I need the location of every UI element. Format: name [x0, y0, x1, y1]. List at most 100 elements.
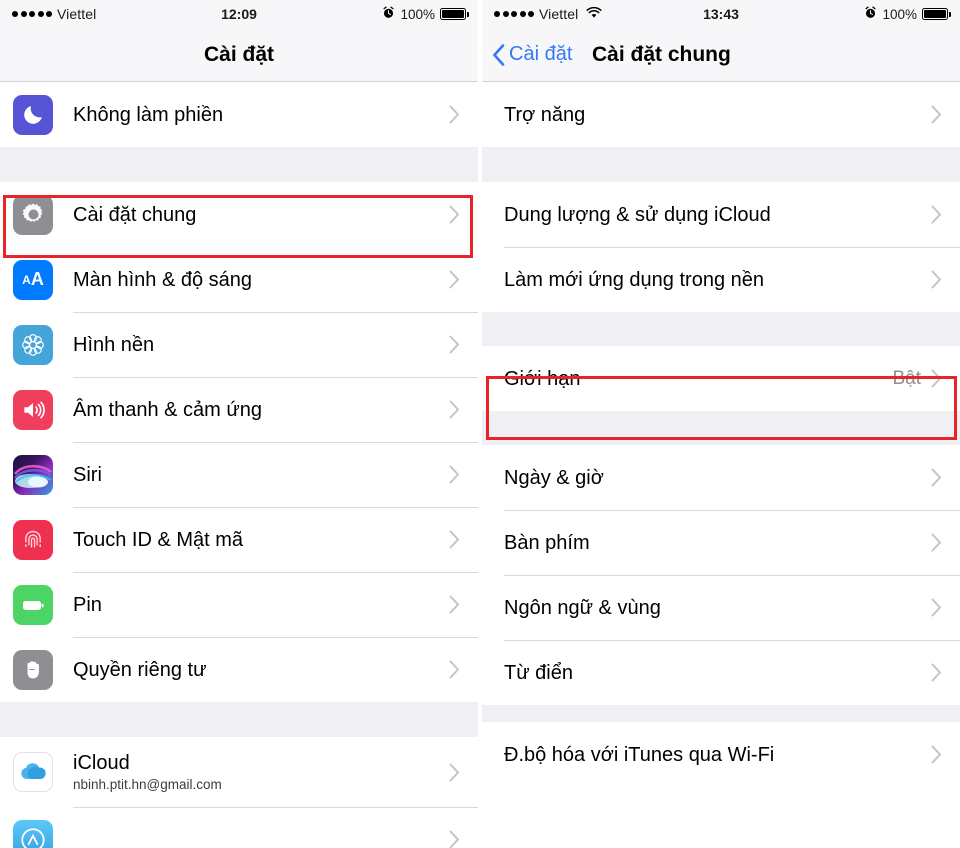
signal-strength-icon	[12, 11, 52, 17]
settings-row-language-region[interactable]: Ngôn ngữ & vùng	[482, 575, 960, 640]
status-left-group: Viettel	[494, 6, 602, 22]
settings-row-general[interactable]: Cài đặt chung	[0, 182, 478, 247]
settings-row-display-brightness[interactable]: AA Màn hình & độ sáng	[0, 247, 478, 312]
chevron-right-icon	[931, 369, 942, 388]
page-title: Cài đặt chung	[592, 42, 731, 66]
status-bar-right: Viettel 13:43 100%	[482, 0, 960, 28]
settings-row-wallpaper[interactable]: Hình nền	[0, 312, 478, 377]
settings-row-dictionary[interactable]: Từ điển	[482, 640, 960, 705]
row-label: Từ điển	[504, 661, 573, 684]
general-group-2: Dung lượng & sử dụng iCloud Làm mới ứng …	[482, 182, 960, 312]
dual-screenshot-container: Viettel 12:09 100% Cài đặt Không làm phi…	[0, 0, 960, 848]
chevron-right-icon	[449, 830, 460, 848]
status-right-group: 100%	[382, 6, 470, 22]
battery-icon	[13, 584, 53, 625]
battery-percent-label: 100%	[882, 6, 917, 22]
settings-row-keyboard[interactable]: Bàn phím	[482, 510, 960, 575]
settings-list-right: Trợ năng Dung lượng & sử dụng iCloud Làm…	[482, 82, 960, 787]
settings-row-do-not-disturb[interactable]: Không làm phiền	[0, 82, 478, 147]
general-group-5: Đ.bộ hóa với iTunes qua Wi-Fi	[482, 722, 960, 787]
hand-icon	[13, 649, 53, 690]
carrier-label: Viettel	[57, 6, 97, 22]
row-label: Đ.bộ hóa với iTunes qua Wi-Fi	[504, 743, 775, 766]
settings-row-itunes-app-store[interactable]	[0, 807, 478, 848]
settings-row-privacy[interactable]: Quyền riêng tư	[0, 637, 478, 702]
group-separator	[482, 705, 960, 722]
page-title: Cài đặt	[203, 42, 274, 66]
settings-group-4: iCloud nbinh.ptit.hn@gmail.com	[0, 737, 478, 848]
settings-row-background-app-refresh[interactable]: Làm mới ứng dụng trong nền	[482, 247, 960, 312]
back-button[interactable]: Cài đặt	[482, 43, 572, 66]
settings-group-1: Không làm phiền	[0, 82, 478, 147]
appstore-icon	[13, 819, 53, 848]
carrier-label: Viettel	[539, 6, 579, 22]
group-separator	[482, 411, 960, 445]
row-label: Giới hạn	[504, 367, 581, 390]
settings-row-icloud-storage[interactable]: Dung lượng & sử dụng iCloud	[482, 182, 960, 247]
settings-row-accessibility[interactable]: Trợ năng	[482, 82, 960, 147]
settings-row-restrictions[interactable]: Giới hạn Bật	[482, 346, 960, 411]
chevron-right-icon	[931, 205, 942, 224]
general-group-3: Giới hạn Bật	[482, 346, 960, 411]
text-size-icon: AA	[13, 259, 53, 300]
row-label: Quyền riêng tư	[73, 658, 207, 681]
group-separator	[482, 312, 960, 346]
chevron-left-icon	[492, 43, 505, 66]
chevron-right-icon	[449, 205, 460, 224]
moon-icon	[13, 94, 53, 135]
row-subtitle: nbinh.ptit.hn@gmail.com	[73, 777, 222, 792]
signal-strength-icon	[494, 11, 534, 17]
row-label: Làm mới ứng dụng trong nền	[504, 268, 764, 291]
row-label: Âm thanh & cảm ứng	[73, 398, 263, 421]
general-group-4: Ngày & giờ Bàn phím Ngôn ngữ & vùng Từ đ…	[482, 445, 960, 705]
row-label: Cài đặt chung	[73, 203, 197, 226]
chevron-right-icon	[449, 465, 460, 484]
chevron-right-icon	[449, 270, 460, 289]
chevron-right-icon	[449, 763, 460, 782]
group-separator	[482, 147, 960, 182]
settings-row-siri[interactable]: Siri	[0, 442, 478, 507]
status-bar-left: Viettel 12:09 100%	[0, 0, 478, 28]
group-separator	[0, 147, 478, 182]
row-value: Bật	[892, 367, 921, 389]
chevron-right-icon	[449, 335, 460, 354]
row-label: Màn hình & độ sáng	[73, 268, 253, 291]
row-label: Ngôn ngữ & vùng	[504, 596, 661, 619]
chevron-right-icon	[449, 400, 460, 419]
icloud-icon	[13, 752, 53, 792]
row-label: Siri	[73, 463, 102, 486]
fingerprint-icon	[13, 519, 53, 560]
chevron-right-icon	[931, 533, 942, 552]
row-label: Hình nền	[73, 333, 155, 356]
chevron-right-icon	[931, 468, 942, 487]
general-settings-screen-right: Viettel 13:43 100% Cài đặt Cài đặt chung…	[478, 0, 960, 848]
group-separator	[0, 702, 478, 737]
wallpaper-icon	[13, 324, 53, 365]
settings-list-left: Không làm phiền Cài đặt chung A A Màn hì…	[0, 82, 478, 848]
chevron-right-icon	[931, 745, 942, 764]
battery-percent-label: 100%	[400, 6, 435, 22]
settings-row-icloud[interactable]: iCloud nbinh.ptit.hn@gmail.com	[0, 737, 478, 807]
settings-row-date-time[interactable]: Ngày & giờ	[482, 445, 960, 510]
general-group-1: Trợ năng	[482, 82, 960, 147]
chevron-right-icon	[931, 105, 942, 124]
chevron-right-icon	[449, 660, 460, 679]
row-label: Pin	[73, 593, 102, 616]
settings-row-battery[interactable]: Pin	[0, 572, 478, 637]
settings-row-sounds-haptics[interactable]: Âm thanh & cảm ứng	[0, 377, 478, 442]
status-right-group: 100%	[864, 6, 952, 22]
wifi-icon	[586, 6, 602, 22]
row-label: iCloud	[73, 752, 130, 774]
settings-screen-left: Viettel 12:09 100% Cài đặt Không làm phi…	[0, 0, 478, 848]
settings-row-itunes-wifi-sync[interactable]: Đ.bộ hóa với iTunes qua Wi-Fi	[482, 722, 960, 787]
chevron-right-icon	[931, 270, 942, 289]
battery-icon	[922, 8, 952, 20]
settings-group-3: AA Màn hình & độ sáng Hình nền Âm thanh …	[0, 247, 478, 702]
settings-row-touch-id-passcode[interactable]: Touch ID & Mật mã	[0, 507, 478, 572]
nav-bar-left: Cài đặt	[0, 28, 478, 82]
row-label: Trợ năng	[504, 103, 586, 126]
gear-icon	[13, 194, 53, 235]
chevron-right-icon	[449, 530, 460, 549]
row-label: Ngày & giờ	[504, 466, 604, 489]
chevron-right-icon	[931, 663, 942, 682]
